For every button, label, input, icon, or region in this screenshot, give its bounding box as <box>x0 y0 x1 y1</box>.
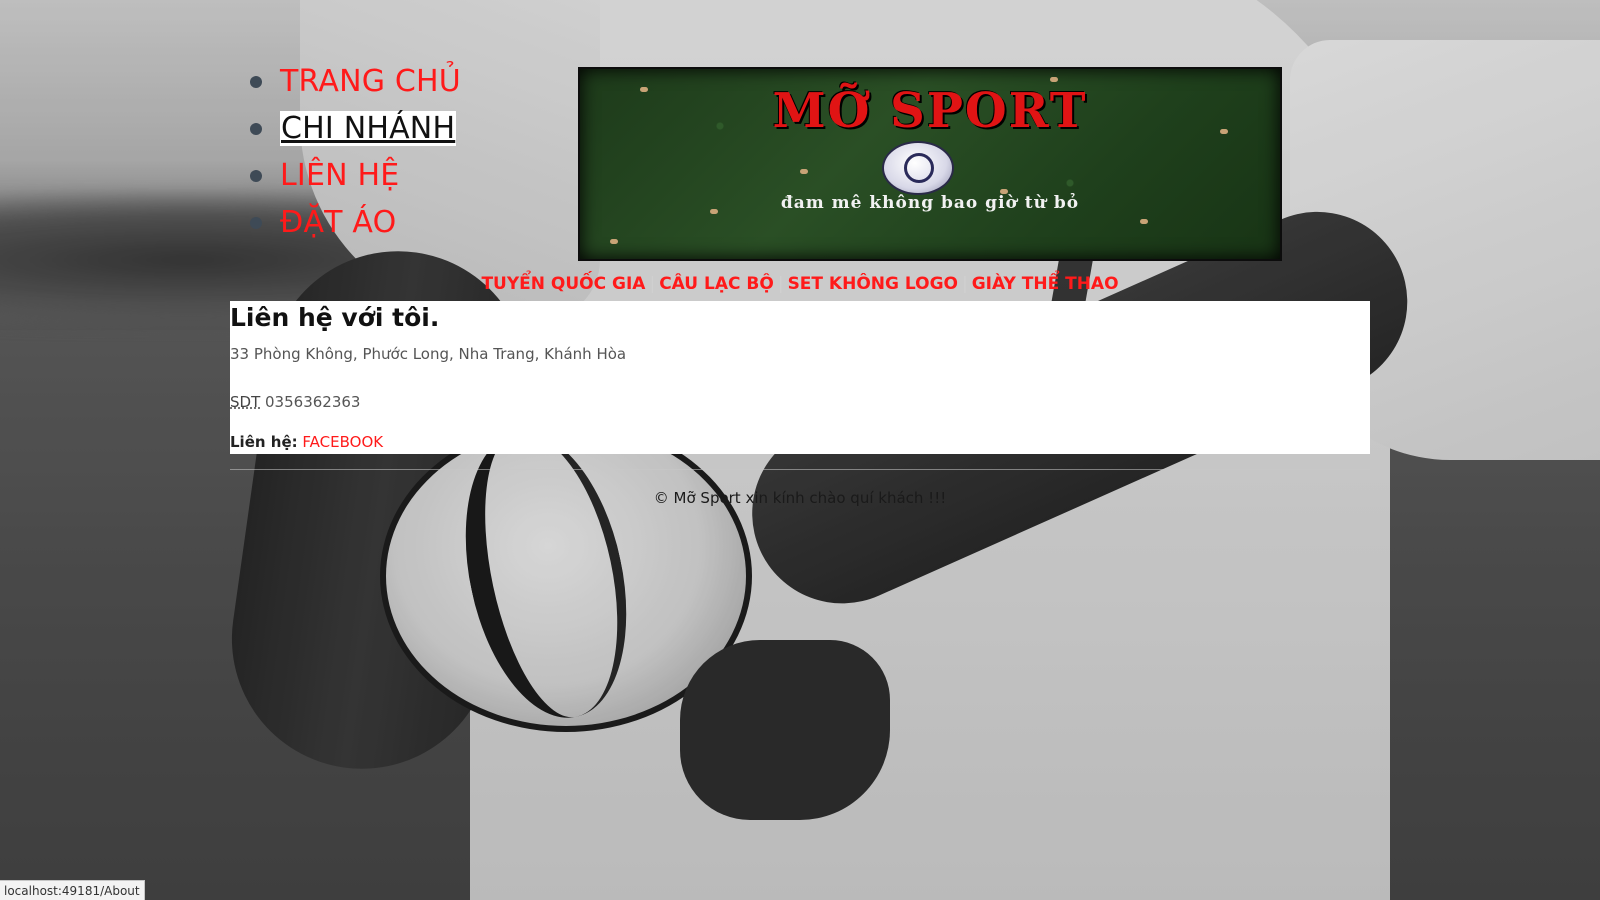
nav-item-dat-ao: ĐẶT ÁO <box>250 199 461 246</box>
category-link-set-khong-logo[interactable]: SET KHÔNG LOGO <box>788 274 958 294</box>
category-bar: TUYỂN QUỐC GIA | CÂU LẠC BỘ | SET KHÔNG LOGO… <box>0 274 1600 294</box>
football-icon <box>882 141 954 195</box>
banner-leaf <box>800 169 808 174</box>
banner-leaf <box>1140 219 1148 224</box>
contact-address: 33 Phòng Không, Phước Long, Nha Trang, K… <box>230 345 627 363</box>
banner-leaf <box>1050 77 1058 82</box>
browser-status-url: localhost:49181/About <box>0 880 145 900</box>
nav-item-chi-nhanh: CHI NHÁNH <box>250 105 461 152</box>
category-link-giay-the-thao[interactable]: GIÀY THỂ THAO <box>972 274 1119 294</box>
category-link-cau-lac-bo[interactable]: CÂU LẠC BỘ <box>659 274 774 294</box>
bullet-icon <box>250 170 262 182</box>
bullet-icon <box>250 217 262 229</box>
footer-text: © Mỡ Sport xin kính chào quí khách !!! <box>653 489 947 507</box>
category-separator: | <box>961 274 968 294</box>
category-separator: | <box>777 274 784 294</box>
bullet-icon <box>250 123 262 135</box>
category-separator: | <box>649 274 656 294</box>
phone-label: SDT <box>230 393 261 411</box>
brand-banner: MỠ SPORT đam mê không bao giờ từ bỏ <box>578 67 1282 261</box>
contact-panel: Liên hệ với tôi. 33 Phòng Không, Phước L… <box>230 301 1370 454</box>
contact-line: Liên hệ: FACEBOOK <box>230 433 383 451</box>
phone-number: 0356362363 <box>265 393 361 411</box>
nav-link-chi-nhanh[interactable]: CHI NHÁNH <box>280 111 457 146</box>
category-link-tuyen-quoc-gia[interactable]: TUYỂN QUỐC GIA <box>481 274 645 294</box>
nav-item-trang-chu: TRANG CHỦ <box>250 58 461 105</box>
contact-phone: SDT 0356362363 <box>230 393 360 411</box>
brand-slogan: đam mê không bao giờ từ bỏ <box>780 193 1080 213</box>
footer-divider <box>230 469 1370 470</box>
facebook-link[interactable]: FACEBOOK <box>302 433 383 451</box>
nav-item-lien-he: LIÊN HỆ <box>250 152 461 199</box>
main-nav: TRANG CHỦ CHI NHÁNH LIÊN HỆ ĐẶT ÁO <box>250 58 461 246</box>
banner-leaf <box>610 239 618 244</box>
nav-link-dat-ao[interactable]: ĐẶT ÁO <box>280 205 396 240</box>
contact-label: Liên hệ: <box>230 433 298 451</box>
nav-link-lien-he[interactable]: LIÊN HỆ <box>280 158 399 193</box>
bullet-icon <box>250 76 262 88</box>
brand-logo-text: MỠ SPORT <box>772 83 1088 139</box>
nav-link-trang-chu[interactable]: TRANG CHỦ <box>280 64 461 99</box>
contact-heading: Liên hệ với tôi. <box>230 303 440 332</box>
